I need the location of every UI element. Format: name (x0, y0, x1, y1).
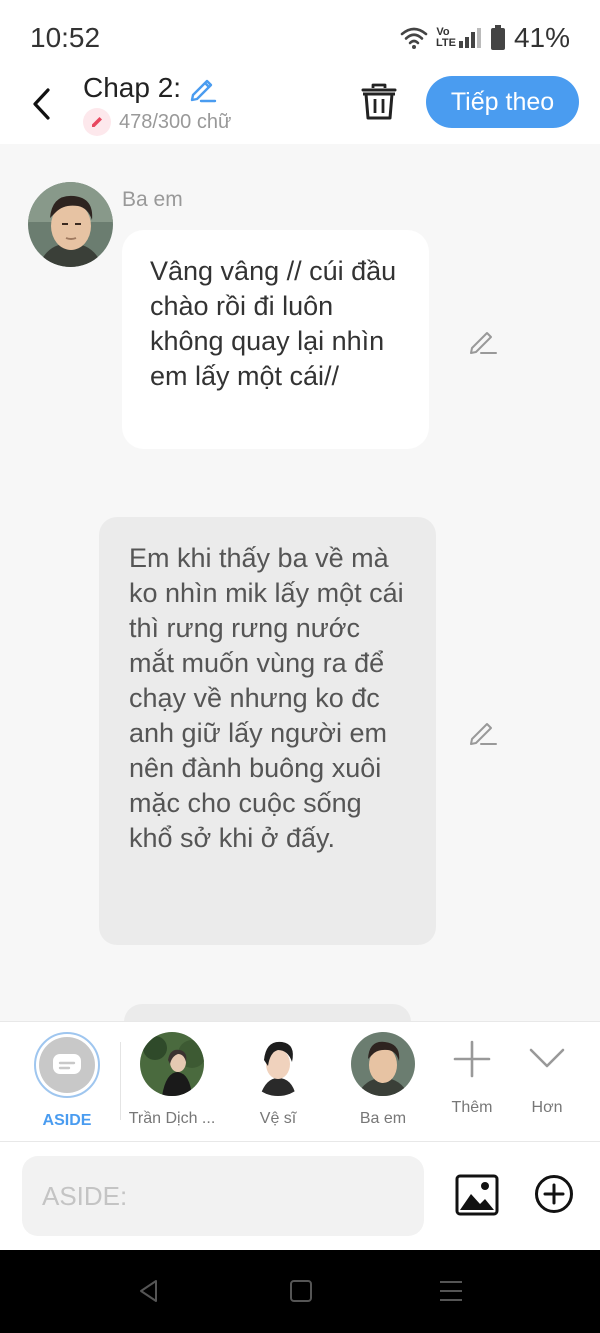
system-nav-bar (0, 1250, 600, 1333)
character-ba-em[interactable]: Ba em (345, 1032, 421, 1128)
signal-icon (458, 28, 481, 48)
nav-menu-icon[interactable] (438, 1278, 464, 1304)
edit-title-icon[interactable] (187, 73, 217, 103)
partial-bubble[interactable] (124, 1004, 411, 1021)
aside-avatar (34, 1032, 100, 1098)
chat-area[interactable]: Ba em Vâng vâng // cúi đầu chào rồi đi l… (0, 144, 600, 1021)
title-area: Chap 2: 478/300 chữ (83, 72, 231, 136)
plus-icon (453, 1040, 491, 1078)
word-count: 478/300 chữ (119, 110, 232, 133)
character-tran-dich[interactable]: Trần Dịch ... (126, 1032, 218, 1128)
character-label: Thêm (451, 1099, 493, 1116)
nav-back-icon[interactable] (136, 1278, 162, 1304)
edit-message-icon[interactable] (468, 325, 498, 355)
message-bubble[interactable]: Vâng vâng // cúi đầu chào rồi đi luôn kh… (122, 230, 429, 449)
back-arrow-icon[interactable] (26, 82, 60, 126)
wifi-icon (400, 27, 428, 49)
avatar-tran-dich (140, 1032, 204, 1096)
status-icons: Vo LTE 41% (400, 22, 570, 54)
avatar-ve-si (246, 1032, 310, 1096)
more-button[interactable]: Hơn (520, 1032, 574, 1117)
character-label: Hơn (531, 1099, 563, 1116)
pencil-badge-icon (83, 108, 111, 136)
character-label: Vệ sĩ (259, 1110, 297, 1127)
avatar-ba-em[interactable] (28, 182, 113, 267)
battery-icon (490, 25, 505, 50)
word-count-row: 478/300 chữ (83, 108, 231, 136)
image-icon[interactable] (455, 1174, 499, 1216)
trash-icon[interactable] (360, 82, 398, 122)
lte-icon: Vo LTE (435, 26, 456, 49)
character-selector: ASIDE Trần Dịch ... Vệ sĩ Ba em Thêm Hơn (0, 1021, 600, 1142)
chapter-header: Chap 2: 478/300 chữ Tiếp theo (0, 72, 600, 144)
chat-bubble-icon (53, 1054, 81, 1074)
character-ve-si[interactable]: Vệ sĩ (240, 1032, 316, 1128)
aside-bubble[interactable]: Em khi thấy ba về mà ko nhìn mik lấy một… (99, 517, 436, 945)
divider (120, 1042, 121, 1120)
message-input[interactable] (22, 1156, 424, 1236)
add-circle-icon[interactable] (534, 1174, 574, 1214)
nav-home-icon[interactable] (288, 1278, 314, 1304)
character-label: Ba em (359, 1110, 407, 1127)
avatar-ba-em-small (351, 1032, 415, 1096)
add-character-button[interactable]: Thêm (443, 1032, 501, 1117)
battery-percent: 41% (513, 22, 570, 53)
character-label: Trần Dịch ... (128, 1110, 216, 1127)
edit-message-icon[interactable] (468, 716, 498, 746)
chapter-title-text: Chap 2: (83, 72, 182, 103)
character-aside[interactable]: ASIDE (33, 1032, 101, 1130)
next-button[interactable]: Tiếp theo (426, 76, 579, 128)
chapter-title[interactable]: Chap 2: (83, 72, 231, 104)
message-sender: Ba em (122, 188, 183, 211)
character-label: ASIDE (42, 1112, 92, 1129)
input-bar (0, 1142, 600, 1250)
status-bar: 10:52 Vo LTE 41% (0, 0, 600, 76)
status-time: 10:52 (30, 22, 101, 53)
chevron-down-icon (529, 1048, 565, 1068)
